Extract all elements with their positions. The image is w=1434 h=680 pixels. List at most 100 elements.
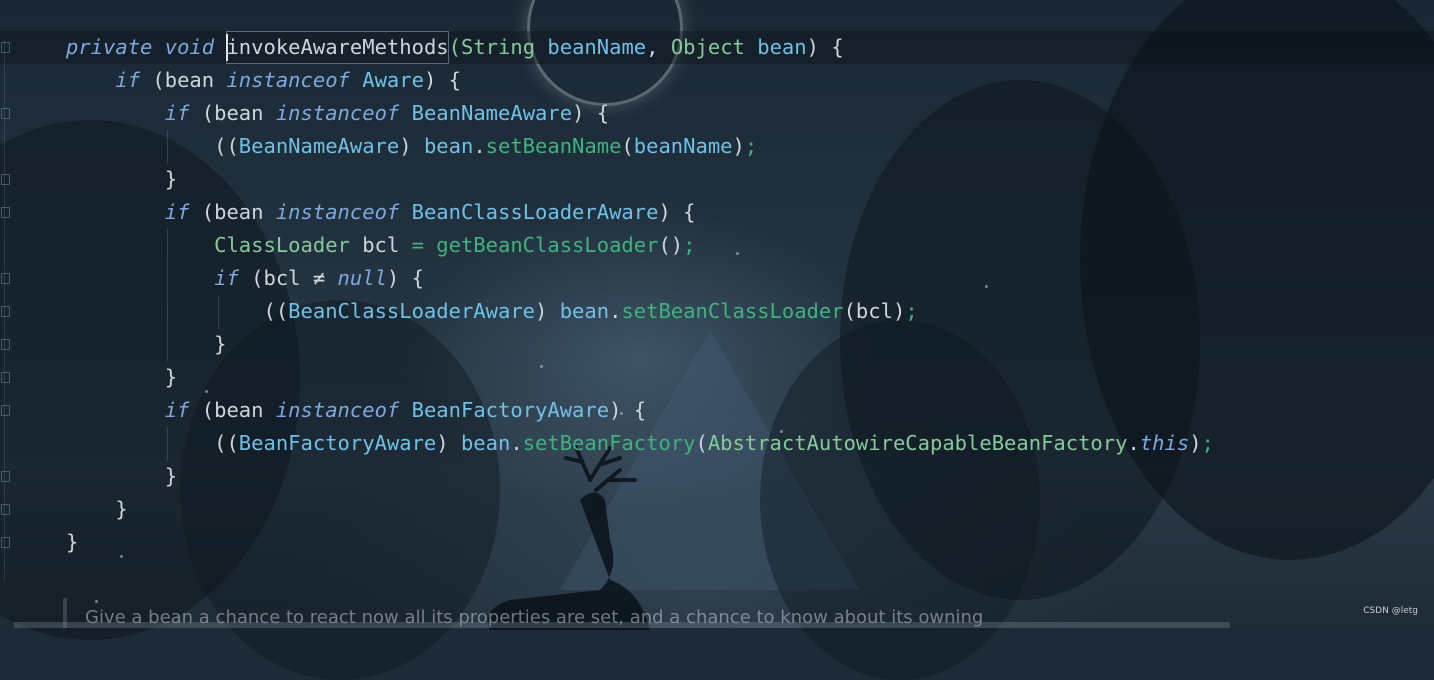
fold-marker-icon[interactable]: [1, 174, 10, 185]
code-token: instanceof: [275, 101, 400, 125]
code-token: ): [732, 134, 745, 158]
code-token: (: [621, 134, 634, 158]
code-token: .: [473, 134, 486, 158]
code-token: ) {: [386, 266, 424, 290]
code-line[interactable]: }: [66, 163, 177, 196]
code-line[interactable]: }: [66, 493, 128, 526]
code-token: ): [436, 431, 461, 455]
fold-marker-icon[interactable]: [1, 108, 10, 119]
code-token: (bean: [189, 200, 276, 224]
code-token: BeanNameAware: [411, 101, 573, 125]
code-token: }: [66, 167, 178, 191]
code-token: ((: [66, 299, 289, 323]
code-token: ) {: [658, 200, 696, 224]
code-token: (bean: [189, 398, 276, 422]
code-token: if: [214, 266, 239, 290]
code-token: ) {: [609, 398, 647, 422]
code-line[interactable]: private void invokeAwareMethods(String b…: [66, 31, 844, 64]
code-line[interactable]: ClassLoader bcl = getBeanClassLoader();: [66, 229, 695, 262]
fold-marker-icon[interactable]: [1, 405, 10, 416]
code-token: bcl: [349, 233, 412, 257]
code-token: instanceof: [275, 398, 400, 422]
code-token: private: [66, 35, 153, 59]
code-token: bean: [757, 35, 807, 59]
fold-marker-icon[interactable]: [1, 306, 10, 317]
fold-marker-icon[interactable]: [1, 504, 10, 515]
code-line[interactable]: }: [66, 460, 177, 493]
code-token: ;: [683, 233, 696, 257]
code-line[interactable]: ((BeanFactoryAware) bean.setBeanFactory(…: [66, 427, 1214, 460]
code-token: bean: [559, 299, 610, 323]
code-token: BeanNameAware: [238, 134, 400, 158]
code-line[interactable]: if (bean instanceof BeanFactoryAware) {: [66, 394, 646, 427]
code-token: }: [66, 497, 128, 521]
code-line[interactable]: }: [66, 328, 226, 361]
code-token: (: [448, 35, 461, 59]
code-token: }: [66, 332, 227, 356]
code-token: (bcl: [238, 266, 313, 290]
code-token: }: [66, 464, 178, 488]
horizontal-scrollbar[interactable]: [14, 622, 1230, 628]
code-token: .: [1127, 431, 1140, 455]
code-line[interactable]: if (bean instanceof BeanNameAware) {: [66, 97, 609, 130]
fold-marker-icon[interactable]: [1, 273, 10, 284]
fold-marker-icon[interactable]: [1, 42, 10, 53]
code-token: setBeanClassLoader: [621, 299, 844, 323]
code-token: ,: [646, 35, 671, 59]
watermark: CSDN @letg: [1363, 606, 1418, 616]
code-token: ((: [66, 431, 239, 455]
cursor-selection: invokeAwareMethods: [226, 31, 449, 64]
code-token: }: [66, 365, 178, 389]
code-line[interactable]: ((BeanNameAware) bean.setBeanName(beanNa…: [66, 130, 757, 163]
code-token: Object: [670, 35, 745, 59]
code-token: beanName: [633, 134, 733, 158]
code-token: BeanFactoryAware: [411, 398, 610, 422]
code-line[interactable]: ((BeanClassLoaderAware) bean.setBeanClas…: [66, 295, 917, 328]
code-line[interactable]: }: [66, 361, 177, 394]
code-token: .: [609, 299, 622, 323]
code-token: void: [164, 35, 215, 59]
code-token: }: [66, 530, 79, 554]
code-token: ): [399, 134, 424, 158]
code-token: ) {: [572, 101, 610, 125]
code-token: (bean: [189, 101, 276, 125]
fold-marker-icon[interactable]: [1, 537, 10, 548]
code-line[interactable]: }: [66, 526, 78, 559]
code-token: setBeanName: [485, 134, 622, 158]
code-token: ): [1189, 431, 1202, 455]
fold-marker-icon[interactable]: [1, 339, 10, 350]
code-line[interactable]: if (bean instanceof BeanClassLoaderAware…: [66, 196, 696, 229]
code-token: =: [411, 233, 424, 257]
code-token: BeanClassLoaderAware: [288, 299, 536, 323]
code-line[interactable]: if (bcl ≠ null) {: [66, 262, 424, 295]
code-token: bean: [423, 134, 474, 158]
code-token: if: [164, 398, 190, 422]
deer-silhouette: [487, 443, 650, 630]
code-token: if: [164, 200, 190, 224]
fold-marker-icon[interactable]: [1, 372, 10, 383]
code-token: ): [535, 299, 560, 323]
code-token: if: [115, 68, 141, 92]
code-token: ≠: [312, 266, 326, 290]
editor-gutter[interactable]: [0, 0, 12, 628]
code-token: this: [1139, 431, 1190, 455]
code-token: ;: [744, 134, 758, 158]
code-line[interactable]: if (bean instanceof Aware) {: [66, 64, 461, 97]
code-token: if: [164, 101, 190, 125]
code-token: (bcl): [843, 299, 906, 323]
fold-marker-icon[interactable]: [1, 471, 10, 482]
code-token: setBeanFactory: [522, 431, 696, 455]
fold-marker-icon[interactable]: [1, 207, 10, 218]
code-token: (: [695, 431, 708, 455]
